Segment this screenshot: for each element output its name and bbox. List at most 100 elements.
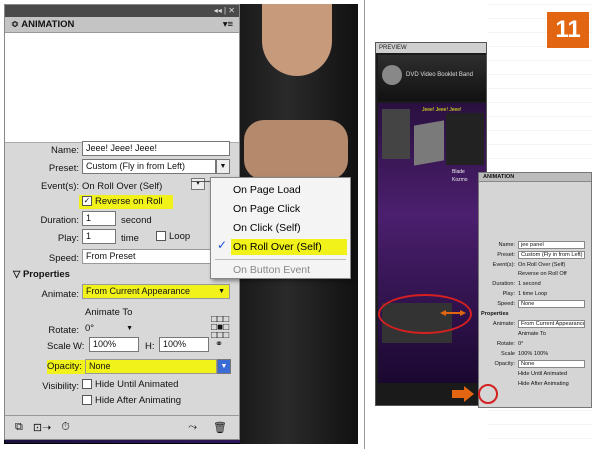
play-input[interactable]: 1 <box>82 229 116 244</box>
menu-item-on-page-click[interactable]: On Page Click <box>233 201 300 217</box>
mini-name-input[interactable]: jee panel <box>518 241 585 249</box>
mini-scale-h[interactable]: 100% <box>534 351 548 357</box>
mini-name-row: Name: jee panel <box>481 241 589 249</box>
mini-play-label: Play: <box>502 291 515 297</box>
menu-item-on-click-self[interactable]: On Click (Self) <box>233 220 301 236</box>
mini-hide-until-row[interactable]: Hide Until Animated <box>481 370 589 378</box>
panel-menu-icon[interactable]: ▾≡ <box>223 19 233 30</box>
menu-item-on-roll-over-self[interactable]: On Roll Over (Self) <box>231 239 347 255</box>
mini-animate-row: Animate: From Current Appearance <box>481 320 589 328</box>
properties-section-header[interactable]: ▽ Properties <box>13 269 70 280</box>
preview-header: DVD Video Booklet Band <box>378 55 486 101</box>
reverse-checkbox[interactable]: ✓ <box>82 196 92 207</box>
double-arrow-icon <box>440 310 466 316</box>
animation-preview-area <box>5 33 239 143</box>
mini-animate-label: Animate: <box>492 321 515 327</box>
hide-after-checkbox[interactable] <box>82 395 92 406</box>
mini-hide-until-label: Hide Until Animated <box>518 371 568 377</box>
mini-speed-row: Speed: None <box>481 300 589 308</box>
preset-label: Preset: <box>48 163 79 174</box>
link-scale-icon[interactable]: ⚭ <box>215 339 223 350</box>
menu-item-on-button-event: On Button Event <box>233 264 311 276</box>
mini-properties-header[interactable]: Properties <box>481 310 589 318</box>
mini-rotate-label: Rotate: <box>496 341 515 347</box>
preset-dropdown-button[interactable]: ▼ <box>216 159 230 174</box>
opacity-select[interactable]: None <box>85 359 217 374</box>
mini-duration-unit: second <box>522 281 541 287</box>
panel-tab[interactable]: ≎ ANIMATION ▾≡ <box>5 17 239 33</box>
reference-point-icon[interactable]: □□□ □■□ □□□ <box>211 315 229 341</box>
mini-play-input[interactable]: 1 <box>518 291 521 297</box>
preview-window: PREVIEW DVD Video Booklet Band Jeee! Jee… <box>375 42 487 406</box>
play-label: Play: <box>57 233 79 244</box>
orange-arrow-icon <box>452 386 474 402</box>
mini-preset-select[interactable]: Custom (Fly in from Left) <box>518 251 585 259</box>
image-divider <box>364 0 365 449</box>
mini-scale-w[interactable]: 100% <box>518 351 532 357</box>
loop-label: Loop <box>169 231 191 242</box>
preview-text-column <box>382 109 410 159</box>
band-photo <box>446 113 484 165</box>
mini-animate-select[interactable]: From Current Appearance <box>518 320 585 328</box>
opacity-dropdown-button[interactable]: ▼ <box>217 359 231 374</box>
loop-row[interactable]: Loop <box>156 231 190 242</box>
panel-title: ANIMATION <box>21 19 75 30</box>
loop-checkbox[interactable] <box>156 231 166 242</box>
mini-reverse-row[interactable]: Reverse on Roll Off <box>481 270 589 278</box>
preset-select[interactable]: Custom (Fly in from Left) <box>82 159 216 174</box>
mini-animate-to-row: Animate To <box>481 330 589 338</box>
mini-speed-select[interactable]: None <box>518 300 585 308</box>
name-input[interactable]: Jeee! Jeee! Jeee! <box>82 141 230 156</box>
scale-w-input[interactable]: 100% <box>89 337 139 352</box>
visibility-label: Visibility: <box>42 381 79 392</box>
mini-events-row: Event(s): On Roll Over (Self) <box>481 261 589 269</box>
screenshot-root: { "left_panel": { "title": "ANIMATION", … <box>0 0 594 449</box>
scale-h-input[interactable]: 100% <box>159 337 209 352</box>
delete-icon[interactable]: 🗑 <box>213 421 227 434</box>
mini-animate-to-label: Animate To <box>518 331 546 337</box>
panel-topbar[interactable]: ◂◂ | ✕ <box>5 5 239 17</box>
mini-reverse-label: Reverse on Roll Off <box>518 271 567 277</box>
hide-until-checkbox[interactable] <box>82 379 92 390</box>
events-label: Event(s): <box>40 181 79 192</box>
reverse-on-roll-off-row[interactable]: ✓Reverse on Roll Off <box>79 195 173 221</box>
mini-scale-label: Scale <box>501 351 515 357</box>
mini-speed-label: Speed: <box>497 301 515 307</box>
convert-to-motion-path-icon[interactable]: ⤳ <box>188 421 197 434</box>
hide-until-row[interactable]: Hide Until Animated <box>82 379 178 390</box>
step-badge: 11 <box>547 12 589 48</box>
animate-dropdown-icon[interactable]: ▼ <box>218 285 225 298</box>
events-dropdown-button[interactable]: ▾ <box>191 178 205 190</box>
band-name-3: Kozmo <box>452 177 468 183</box>
person-arms <box>244 120 348 180</box>
mini-name-label: Name: <box>498 242 515 248</box>
timing-icon[interactable]: ⏱ <box>61 421 70 434</box>
preview-spread-icon[interactable]: ⧉ <box>15 421 23 434</box>
mini-scale-row: Scale 100% 100% <box>481 350 589 358</box>
duration-input[interactable]: 1 <box>82 211 116 226</box>
animate-value: From Current Appearance <box>86 286 191 296</box>
mini-opacity-select[interactable]: None <box>518 360 585 368</box>
speed-select[interactable]: From Preset <box>82 249 230 264</box>
rotate-select[interactable]: 0° ▼ <box>85 321 135 336</box>
mini-play-row: Play: 1 time Loop <box>481 290 589 298</box>
mini-animation-panel: ANIMATION Name: jee panel Preset: Custom (… <box>478 172 592 408</box>
mini-duration-input[interactable]: 1 <box>518 281 521 287</box>
hide-after-row[interactable]: Hide After Animating <box>82 395 181 406</box>
animate-select[interactable]: From Current Appearance ▼ <box>82 284 230 299</box>
preview-body: Jeee! Jeee! Jeee! Blade Kozmo <box>378 103 486 383</box>
show-proxy-icon[interactable]: ⊡➝ <box>33 421 51 434</box>
person-head <box>262 4 332 76</box>
rotate-dropdown-icon[interactable]: ▼ <box>126 321 133 336</box>
animation-panel: ◂◂ | ✕ ≎ ANIMATION ▾≡ Name: Jeee! Jeee! … <box>4 4 240 440</box>
collapse-icon[interactable]: ≎ <box>11 19 21 30</box>
mini-loop-label[interactable]: Loop <box>535 291 547 297</box>
play-unit: time <box>121 233 139 244</box>
menu-item-on-page-load[interactable]: On Page Load <box>233 182 301 198</box>
preview-cube <box>414 120 444 166</box>
mini-hide-after-row[interactable]: Hide After Animating <box>481 380 589 388</box>
mini-rotate-value[interactable]: 0° <box>518 340 523 348</box>
hide-until-label: Hide Until Animated <box>95 379 179 390</box>
duration-unit: second <box>121 215 152 226</box>
panel-bottom-bar: ⧉ ⊡➝ ⏱ ⤳ 🗑 <box>5 415 239 439</box>
